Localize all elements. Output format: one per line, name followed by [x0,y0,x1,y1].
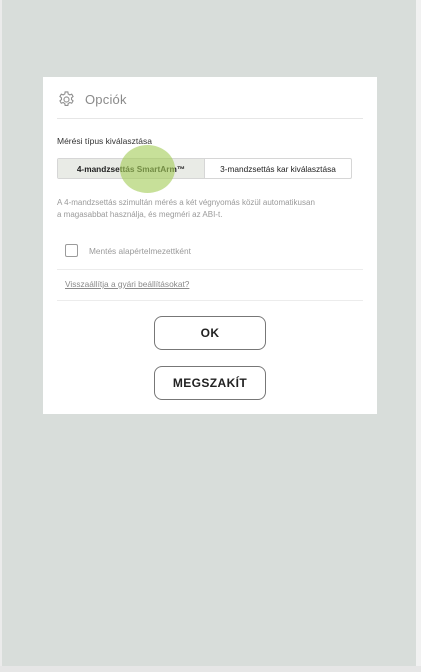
dialog-title: Opciók [85,91,127,107]
option-label: 4-mandzsettás SmartArm™ [76,163,186,174]
measurement-type-selector: 4-mandzsettás SmartArm™ 3-mandzsettás ka… [57,158,352,179]
reset-factory-settings-link[interactable]: Visszaállítja a gyári beállításokat? [65,279,189,289]
description-line: a magasabbat használja, és megméri az AB… [57,210,223,219]
option-4-cuff-smartarm[interactable]: 4-mandzsettás SmartArm™ [58,159,204,178]
option-3-cuff-arm-select[interactable]: 3-mandzsettás kar kiválasztása [204,159,351,178]
save-default-row[interactable]: Mentés alapértelmezettként [65,244,191,257]
divider [57,300,363,301]
cancel-button[interactable]: MEGSZAKÍT [154,366,266,400]
options-dialog: Opciók Mérési típus kiválasztása 4-mandz… [43,77,377,414]
option-label: 3-mandzsettás kar kiválasztása [220,163,336,174]
screen-edge [416,0,421,672]
ok-button[interactable]: OK [154,316,266,350]
screen-edge-bottom [0,666,421,672]
divider [57,118,363,119]
divider [57,269,363,270]
save-default-label: Mentés alapértelmezettként [89,245,191,256]
description-text: A 4-mandzsettás szimultán mérés a két vé… [57,197,357,221]
dialog-header: Opciók [57,86,127,112]
description-line: A 4-mandzsettás szimultán mérés a két vé… [57,198,315,207]
gear-icon [57,90,76,109]
measurement-type-label: Mérési típus kiválasztása [57,136,152,146]
save-default-checkbox[interactable] [65,244,78,257]
